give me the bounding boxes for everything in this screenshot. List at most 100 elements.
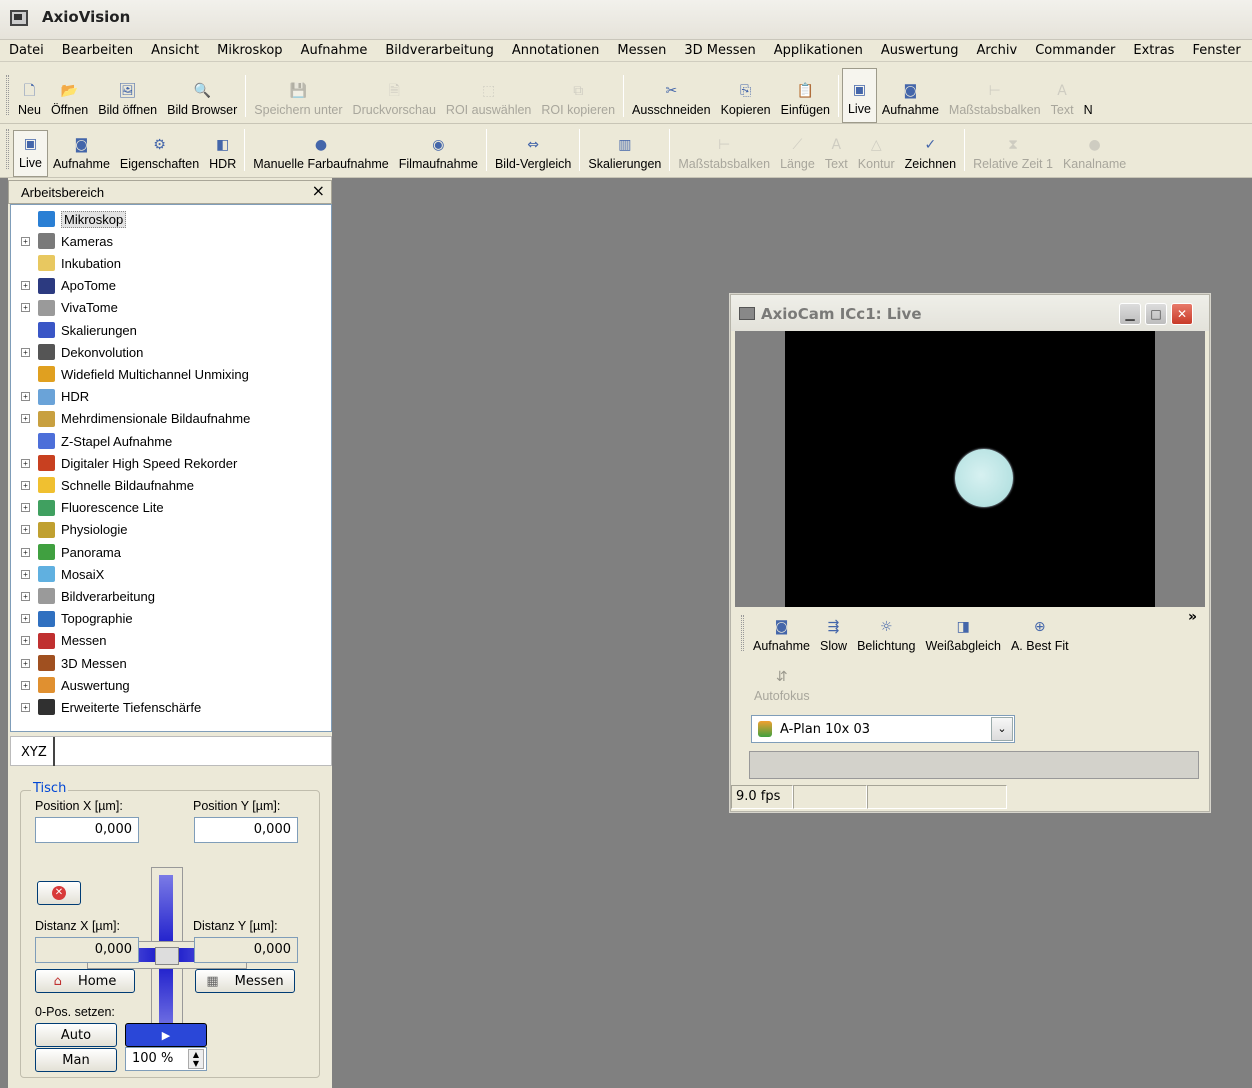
menu-item-10[interactable]: Auswertung: [872, 43, 968, 58]
toolbar2-button-4[interactable]: ● Manuelle Farbaufnahme: [248, 124, 394, 177]
tree-item-1[interactable]: + Kameras: [11, 231, 113, 251]
play-button[interactable]: ▶: [125, 1023, 207, 1047]
toolbar1-button-13[interactable]: ⊢ Maßstabsbalken: [944, 62, 1046, 123]
tree-item-14[interactable]: + Physiologie: [11, 520, 128, 540]
toolbar2-button-14[interactable]: ● Kanalname: [1058, 124, 1131, 177]
workspace-tree[interactable]: Mikroskop + Kameras Inkubation + ApoTome + Viva…: [10, 204, 332, 732]
expand-icon[interactable]: +: [21, 569, 30, 579]
toolbar2-button-2[interactable]: ⚙ Eigenschaften: [115, 124, 204, 177]
menu-item-13[interactable]: Extras: [1124, 43, 1183, 58]
toolbar1-button-0[interactable]: 🗋 Neu: [13, 62, 46, 123]
expand-icon[interactable]: +: [21, 614, 30, 624]
toolbar2-button-6[interactable]: ⇔ Bild-Vergleich: [490, 124, 576, 177]
toolbar2-button-8[interactable]: ⊢ Maßstabsbalken: [673, 124, 775, 177]
auto-button[interactable]: Auto: [35, 1023, 117, 1047]
chevron-down-icon[interactable]: ⌄: [991, 717, 1013, 741]
toolbar1-button-3[interactable]: 🔍 Bild Browser: [162, 62, 242, 123]
live-tool-1[interactable]: ⇶ Slow: [815, 609, 852, 659]
more-tools-icon[interactable]: »: [1188, 609, 1197, 625]
tree-item-10[interactable]: Z-Stapel Aufnahme: [11, 431, 172, 451]
toolbar1-button-7[interactable]: ⧉ ROI kopieren: [536, 62, 620, 123]
toolbar1-button-15[interactable]: N: [1079, 62, 1098, 123]
toolbar2-button-13[interactable]: ⧗ Relative Zeit 1: [968, 124, 1058, 177]
tree-item-6[interactable]: + Dekonvolution: [11, 342, 143, 362]
menu-item-7[interactable]: Messen: [608, 43, 675, 58]
toolbar2-button-3[interactable]: ◧ HDR: [204, 124, 241, 177]
menu-item-6[interactable]: Annotationen: [503, 43, 609, 58]
expand-icon[interactable]: +: [21, 591, 30, 601]
tree-item-15[interactable]: + Panorama: [11, 542, 121, 562]
expand-icon[interactable]: +: [21, 458, 30, 468]
live-tool-2[interactable]: ☼ Belichtung: [852, 609, 920, 659]
toolbar2-button-0[interactable]: ▣ Live: [13, 130, 48, 177]
autofocus-button[interactable]: ⇵ Autofokus: [749, 663, 815, 705]
tree-item-3[interactable]: + ApoTome: [11, 276, 116, 296]
tree-item-5[interactable]: Skalierungen: [11, 320, 137, 340]
toolbar1-button-10[interactable]: 📋 Einfügen: [776, 62, 835, 123]
toolbar1-button-9[interactable]: ⎘ Kopieren: [716, 62, 776, 123]
tree-item-7[interactable]: Widefield Multichannel Unmixing: [11, 364, 249, 384]
toolbar2-button-1[interactable]: ◙ Aufnahme: [48, 124, 115, 177]
live-window-titlebar[interactable]: AxioCam ICc1: Live ▁ □ ✕: [731, 295, 1209, 331]
toolbar2-button-7[interactable]: ▥ Skalierungen: [583, 124, 666, 177]
tree-item-17[interactable]: + Bildverarbeitung: [11, 586, 155, 606]
expand-icon[interactable]: +: [21, 525, 30, 535]
toolbar1-button-14[interactable]: A Text: [1046, 62, 1079, 123]
menu-item-3[interactable]: Mikroskop: [208, 43, 291, 58]
tree-item-2[interactable]: Inkubation: [11, 253, 121, 273]
menu-item-2[interactable]: Ansicht: [142, 43, 208, 58]
expand-icon[interactable]: +: [21, 392, 30, 402]
live-window[interactable]: AxioCam ICc1: Live ▁ □ ✕ ◙ Aufnahme ⇶ Slow ☼…: [730, 294, 1210, 812]
live-image[interactable]: [735, 331, 1205, 607]
spinner-arrows-icon[interactable]: ▲ ▼: [188, 1049, 204, 1069]
close-icon[interactable]: ×: [312, 181, 325, 200]
expand-icon[interactable]: +: [21, 303, 30, 313]
toolbar1-button-5[interactable]: 🗎 Druckvorschau: [348, 62, 441, 123]
toolbar1-button-2[interactable]: 🖼 Bild öffnen: [93, 62, 162, 123]
tree-item-12[interactable]: + Schnelle Bildaufnahme: [11, 475, 194, 495]
tree-item-16[interactable]: + MosaiX: [11, 564, 104, 584]
home-button[interactable]: ⌂ Home: [35, 969, 135, 993]
measure-button[interactable]: ▦ Messen: [195, 969, 295, 993]
tree-item-18[interactable]: + Topographie: [11, 609, 133, 629]
expand-icon[interactable]: +: [21, 281, 30, 291]
stop-button[interactable]: ✕: [37, 881, 81, 905]
menu-item-4[interactable]: Aufnahme: [292, 43, 377, 58]
menu-item-9[interactable]: Applikationen: [765, 43, 872, 58]
maximize-button[interactable]: □: [1145, 303, 1167, 325]
menu-item-8[interactable]: 3D Messen: [675, 43, 764, 58]
expand-icon[interactable]: +: [21, 702, 30, 712]
toolbar1-button-12[interactable]: ◙ Aufnahme: [877, 62, 944, 123]
toolbar2-button-5[interactable]: ◉ Filmaufnahme: [394, 124, 483, 177]
toolbar2-button-9[interactable]: ⟋ Länge: [775, 124, 820, 177]
live-tool-0[interactable]: ◙ Aufnahme: [748, 609, 815, 659]
menu-item-14[interactable]: Fenster: [1183, 43, 1249, 58]
expand-icon[interactable]: +: [21, 347, 30, 357]
menu-item-5[interactable]: Bildverarbeitung: [376, 43, 502, 58]
toolbar1-button-6[interactable]: ⬚ ROI auswählen: [441, 62, 536, 123]
expand-icon[interactable]: +: [21, 636, 30, 646]
position-x-field[interactable]: 0,000: [35, 817, 139, 843]
objective-select[interactable]: A-Plan 10x 03 ⌄: [751, 715, 1015, 743]
live-tool-3[interactable]: ◨ Weißabgleich: [920, 609, 1006, 659]
toolbar1-button-11[interactable]: ▣ Live: [841, 68, 877, 123]
menu-item-12[interactable]: Commander: [1026, 43, 1124, 58]
position-y-field[interactable]: 0,000: [194, 817, 298, 843]
zoom-spinner[interactable]: 100 % ▲ ▼: [125, 1047, 207, 1071]
toolbar2-button-11[interactable]: △ Kontur: [853, 124, 900, 177]
live-tool-4[interactable]: ⊕ A. Best Fit: [1006, 609, 1074, 659]
tree-item-9[interactable]: + Mehrdimensionale Bildaufnahme: [11, 409, 250, 429]
expand-icon[interactable]: +: [21, 658, 30, 668]
toolbar2-button-10[interactable]: A Text: [820, 124, 853, 177]
expand-icon[interactable]: +: [21, 680, 30, 690]
toolbar1-button-4[interactable]: 💾 Speichern unter: [249, 62, 347, 123]
tree-item-4[interactable]: + VivaTome: [11, 298, 118, 318]
tree-item-21[interactable]: + Auswertung: [11, 675, 130, 695]
expand-icon[interactable]: +: [21, 480, 30, 490]
tree-item-8[interactable]: + HDR: [11, 387, 89, 407]
tree-item-11[interactable]: + Digitaler High Speed Rekorder: [11, 453, 237, 473]
tree-item-19[interactable]: + Messen: [11, 631, 107, 651]
menu-item-0[interactable]: Datei: [0, 43, 53, 58]
expand-icon[interactable]: +: [21, 547, 30, 557]
toolbar1-button-8[interactable]: ✂ Ausschneiden: [627, 62, 716, 123]
